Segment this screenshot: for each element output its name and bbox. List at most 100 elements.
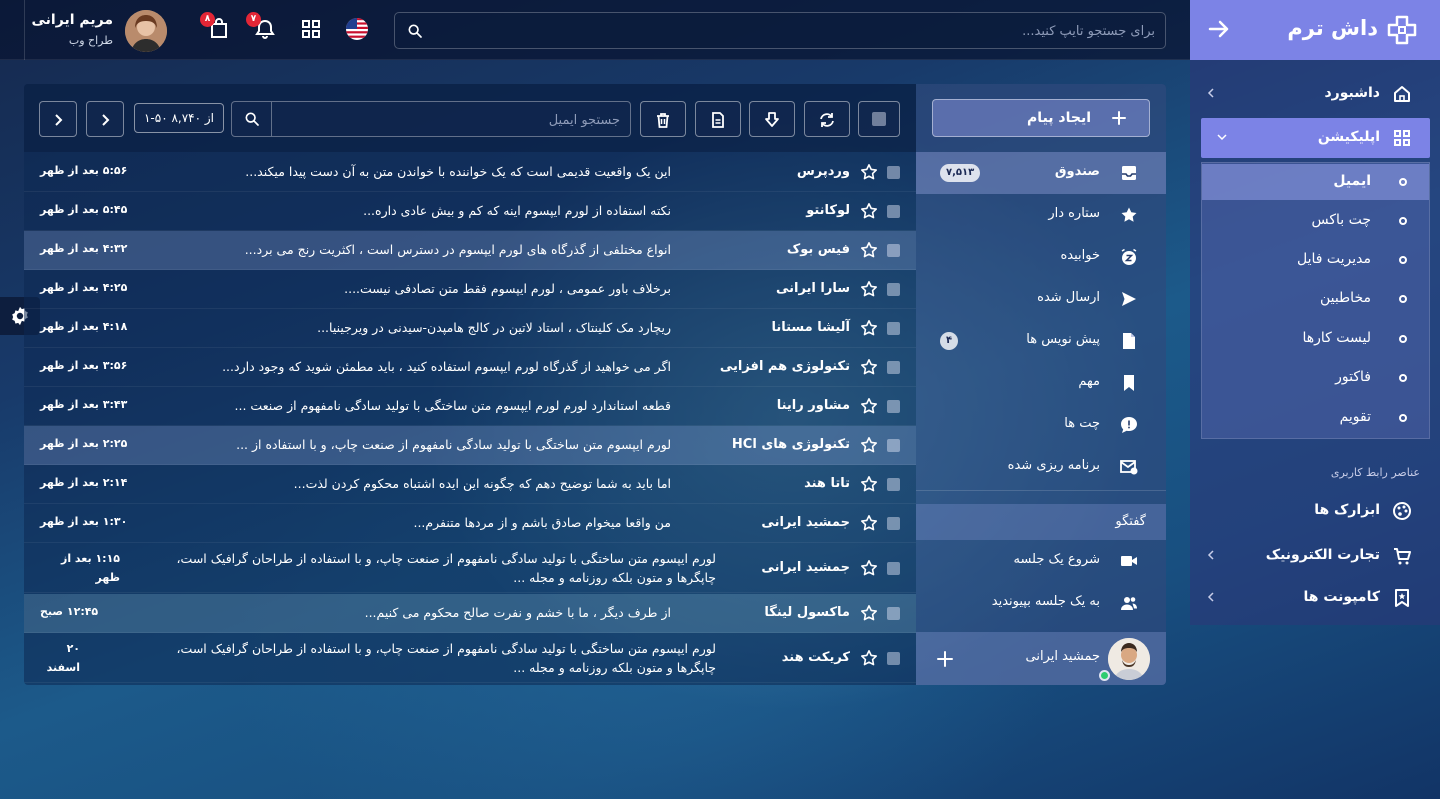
chat-user-row[interactable]: جمشید ایرانی [916,632,1166,685]
sub-item-invoice[interactable]: فاکتور [1202,360,1429,396]
row-checkbox[interactable] [887,400,900,413]
star-outline-icon[interactable] [860,202,878,220]
folder-scheduled[interactable]: برنامه ریزی شده [916,446,1166,488]
sub-item-contacts[interactable]: مخاطبین [1202,281,1429,317]
star-outline-icon[interactable] [860,604,878,622]
email-time: ۴:۳۲ بعد از ظهر [40,242,128,255]
start-meeting[interactable]: شروع یک جلسه [916,540,1166,582]
compose-label: ایجاد پیام [1027,110,1091,126]
star-outline-icon[interactable] [860,280,878,298]
star-icon [1121,207,1137,222]
palette-icon [1393,502,1411,520]
star-outline-icon[interactable] [860,163,878,181]
table-row[interactable]: مشاور راینا قطعه استاندارد لورم لورم ایپ… [24,387,916,426]
email-subject: اگر می خواهید از گذرگاه لورم ایپسوم استف… [222,359,671,374]
folder-inbox[interactable]: صندوق ۷,۵۱۳ [916,152,1166,194]
users-icon [1121,597,1137,610]
folder-label: مهم [1078,374,1100,389]
user-profile[interactable]: مریم ایرانی طراح وب [24,0,181,60]
download-button[interactable] [749,101,795,137]
sub-item-calendar[interactable]: تقویم [1202,400,1429,436]
email-search-input[interactable] [280,108,620,132]
star-outline-icon[interactable] [860,241,878,259]
folder-drafts[interactable]: پیش نویس ها ۴ [916,320,1166,362]
folder-sent[interactable]: ارسال شده [916,278,1166,320]
prev-page-button[interactable] [86,101,124,137]
delete-button[interactable] [640,101,686,137]
star-outline-icon[interactable] [860,559,878,577]
row-checkbox[interactable] [887,244,900,257]
sidebar-item-ecommerce[interactable]: تجارت الکترونیک [1190,536,1440,576]
folder-important[interactable]: مهم [916,362,1166,404]
compose-button[interactable]: ایجاد پیام [932,99,1150,137]
bookmark-star-icon [1395,589,1409,607]
table-row[interactable]: جمشید ایرانی من واقعا میخوام صادق باشم و… [24,504,916,543]
row-checkbox[interactable] [887,166,900,179]
star-outline-icon[interactable] [860,319,878,337]
collapse-sidebar-arrow-icon[interactable] [1206,16,1232,42]
table-row[interactable]: جمشید ایرانی لورم ایپسوم متن ساختگی با ت… [24,543,916,593]
sub-item-file-manager[interactable]: مدیریت فایل [1202,242,1429,278]
folder-starred[interactable]: ستاره دار [916,194,1166,236]
sub-item-chatbox[interactable]: چت باکس [1202,203,1429,239]
star-outline-icon[interactable] [860,475,878,493]
sub-item-todo[interactable]: لیست کارها [1202,321,1429,357]
row-checkbox[interactable] [887,322,900,335]
global-search-input[interactable] [425,19,1155,43]
plus-icon[interactable] [936,650,954,668]
row-checkbox[interactable] [887,562,900,575]
email-search-button[interactable] [232,102,272,136]
sub-item-email[interactable]: ایمیل [1202,164,1429,200]
select-all-checkbox[interactable] [858,101,900,137]
table-row[interactable]: لوکانتو نکته استفاده از لورم ایپسوم اینه… [24,192,916,231]
table-row[interactable]: تکنولوژی هم افزایی اگر می خواهید از گذرگ… [24,348,916,387]
row-checkbox[interactable] [887,517,900,530]
apps-grid-icon[interactable] [298,16,324,42]
language-flag-icon[interactable] [344,16,370,42]
chevron-left-icon [1207,88,1214,98]
row-checkbox[interactable] [887,361,900,374]
refresh-button[interactable] [804,101,850,137]
email-time: ۲۰ اسفند [46,642,80,674]
table-row[interactable]: تاتا هند اما باید به شما توضیح دهم که چگ… [24,465,916,504]
video-camera-icon [1121,556,1137,566]
table-row[interactable]: وردپرس این یک واقعیت قدیمی است که یک خوا… [24,153,916,192]
table-row[interactable]: کریکت هند لورم ایپسوم متن ساختگی با تولی… [24,633,916,683]
row-checkbox[interactable] [887,607,900,620]
sidebar-item-widgets[interactable]: ابزارک ها [1190,491,1440,531]
email-subject: لورم ایپسوم متن ساختگی با تولید سادگی نا… [236,437,671,452]
next-page-button[interactable] [39,101,77,137]
row-checkbox[interactable] [887,283,900,296]
notifications-bell-icon[interactable]: ۷ [246,12,278,42]
table-row[interactable]: ماکسول لینگا از طرف دیگر ، ما با خشم و ن… [24,594,916,633]
join-meeting[interactable]: به یک جلسه بپیوندید [916,582,1166,624]
sidebar-item-applications[interactable]: اپلیکیشن [1201,118,1430,158]
row-checkbox[interactable] [887,439,900,452]
star-outline-icon[interactable] [860,358,878,376]
table-row[interactable]: سارا ایرانی برخلاف باور عمومی ، لورم ایپ… [24,270,916,309]
star-outline-icon[interactable] [860,397,878,415]
checkbox-icon [872,112,886,126]
folder-label: چت ها [1064,416,1100,431]
document-button[interactable] [695,101,741,137]
shopping-cart-icon [1394,548,1411,565]
cart-icon[interactable]: ۸ [200,12,232,42]
table-row[interactable]: آلیشا مستانا ریچارد مک کلینتاک ، استاد ل… [24,309,916,348]
star-outline-icon[interactable] [860,436,878,454]
star-outline-icon[interactable] [860,649,878,667]
email-sender: تکنولوژی های HCl [731,437,850,452]
user-role: طراح وب [68,34,113,47]
table-row[interactable]: تکنولوژی های HCl لورم ایپسوم متن ساختگی … [24,426,916,465]
divider [916,490,1166,491]
row-checkbox[interactable] [887,478,900,491]
sidebar-item-dashboard[interactable]: داشبورد [1190,74,1440,114]
star-outline-icon[interactable] [860,514,878,532]
row-checkbox[interactable] [887,652,900,665]
folder-snoozed[interactable]: خوابیده [916,236,1166,278]
online-status-dot [1099,670,1110,681]
folder-chats[interactable]: چت ها [916,404,1166,446]
row-checkbox[interactable] [887,205,900,218]
search-icon[interactable] [407,23,423,39]
table-row[interactable]: فیس بوک انواع مختلفی از گذرگاه های لورم … [24,231,916,270]
sidebar-item-components[interactable]: کامپونت ها [1190,578,1440,618]
